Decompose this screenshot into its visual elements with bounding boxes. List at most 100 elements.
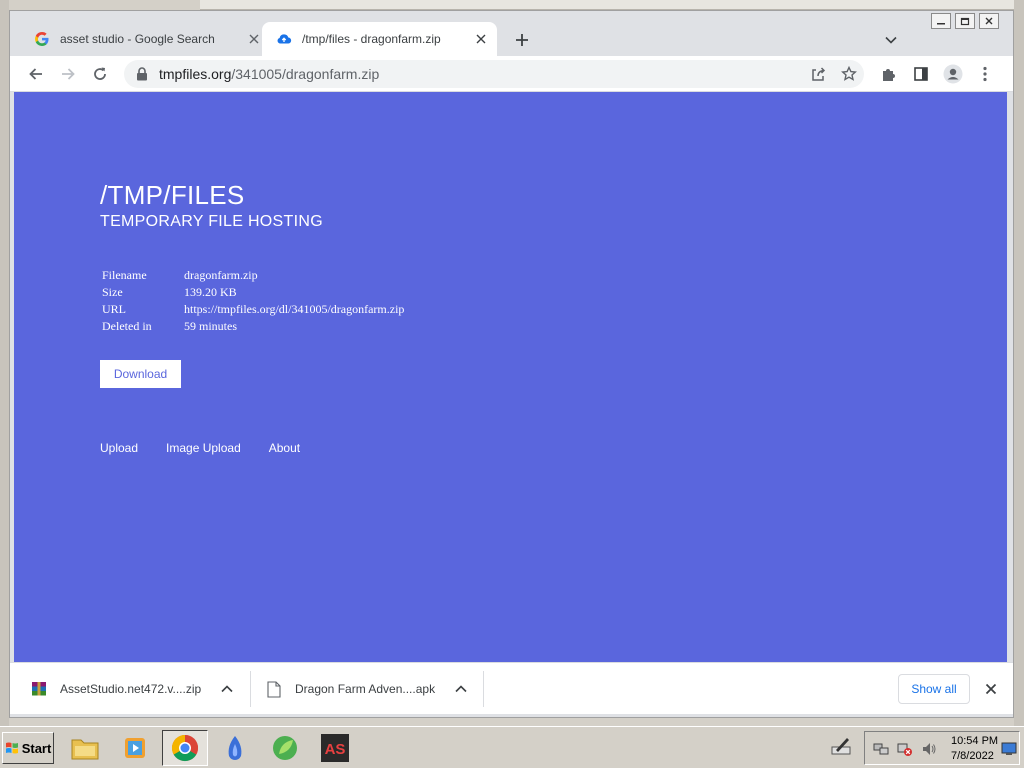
start-label: Start xyxy=(21,740,52,756)
download-separator xyxy=(483,671,484,707)
network-error-icon[interactable] xyxy=(897,741,913,757)
cloud-upload-icon xyxy=(276,31,292,47)
upload-link[interactable]: Upload xyxy=(100,441,138,455)
download-options-button[interactable] xyxy=(451,679,471,699)
close-icon xyxy=(985,683,997,695)
tab-search-button[interactable] xyxy=(879,28,903,52)
file-info-label: Size xyxy=(102,285,123,299)
site-subtitle: TEMPORARY FILE HOSTING xyxy=(100,213,323,230)
share-icon xyxy=(812,67,826,81)
windows-logo-icon xyxy=(5,742,18,754)
bookmark-button[interactable] xyxy=(837,62,861,86)
menu-button[interactable] xyxy=(973,62,997,86)
assetstudio-icon: AS xyxy=(321,734,349,762)
file-info-table: Filename dragonfarm.zip Size 139.20 KB U… xyxy=(100,267,406,335)
arrow-left-icon xyxy=(29,68,42,80)
chevron-up-icon xyxy=(455,685,467,693)
taskbar-app-green[interactable] xyxy=(262,730,308,766)
address-bar[interactable]: tmpfiles.org/341005/dragonfarm.zip xyxy=(124,60,864,88)
winrar-archive-icon xyxy=(30,680,48,698)
file-info-label: Filename xyxy=(102,268,147,282)
download-item[interactable]: AssetStudio.net472.v....zip xyxy=(30,663,250,715)
download-filename: AssetStudio.net472.v....zip xyxy=(60,682,202,696)
taskbar-media[interactable] xyxy=(112,730,158,766)
green-leaf-icon xyxy=(273,736,297,760)
pen-tablet-icon[interactable] xyxy=(830,735,852,757)
system-tray: 10:54 PM 7/8/2022 xyxy=(864,731,1020,765)
close-downloads-bar-button[interactable] xyxy=(981,679,1001,699)
arrow-right-icon xyxy=(62,68,75,80)
more-vertical-icon xyxy=(983,66,987,82)
side-panel-icon xyxy=(914,67,928,81)
background-window-edge xyxy=(200,0,1024,10)
volume-icon[interactable] xyxy=(921,741,937,757)
close-icon xyxy=(476,34,486,44)
tab-close-button[interactable] xyxy=(244,29,264,49)
side-panel-button[interactable] xyxy=(909,62,933,86)
tab-title: asset studio - Google Search xyxy=(60,32,215,46)
blue-flame-icon xyxy=(228,736,242,760)
taskbar-assetstudio[interactable]: AS xyxy=(312,730,358,766)
site-title: /TMP/FILES xyxy=(100,180,245,210)
download-filename: Dragon Farm Adven....apk xyxy=(295,682,436,696)
about-link[interactable]: About xyxy=(269,441,300,455)
taskbar-app-blue[interactable] xyxy=(212,730,258,766)
profile-button[interactable] xyxy=(941,62,965,86)
file-info-label: Deleted in xyxy=(102,319,152,333)
chevron-down-icon xyxy=(885,36,897,44)
url-domain: tmpfiles.org xyxy=(159,66,232,82)
media-player-icon xyxy=(125,738,145,758)
url-text: tmpfiles.org/341005/dragonfarm.zip xyxy=(159,66,379,82)
file-url-value[interactable]: https://tmpfiles.org/dl/341005/dragonfar… xyxy=(182,301,406,318)
clock-date[interactable]: 7/8/2022 xyxy=(951,750,994,762)
download-separator xyxy=(250,671,251,707)
folder-icon xyxy=(71,739,99,760)
file-info-row: Size 139.20 KB xyxy=(100,284,406,301)
puzzle-icon xyxy=(883,69,895,81)
start-button[interactable]: Start xyxy=(2,732,54,764)
forward-button[interactable] xyxy=(56,62,80,86)
tab-close-button[interactable] xyxy=(471,29,491,49)
page-content: /TMP/FILES TEMPORARY FILE HOSTING Filena… xyxy=(14,92,1007,662)
download-button[interactable]: Download xyxy=(100,360,181,388)
file-info-row: Filename dragonfarm.zip xyxy=(100,267,406,284)
taskbar-chrome[interactable] xyxy=(162,730,208,766)
desktop-right-edge xyxy=(1014,0,1024,726)
network-icon[interactable] xyxy=(873,741,889,757)
reload-button[interactable] xyxy=(88,62,112,86)
tab-google-search[interactable]: asset studio - Google Search xyxy=(20,22,270,56)
browser-toolbar: tmpfiles.org/341005/dragonfarm.zip xyxy=(10,56,1013,92)
file-info-value: dragonfarm.zip xyxy=(184,268,258,282)
tab-title: /tmp/files - dragonfarm.zip xyxy=(302,32,441,46)
desktop-left-edge xyxy=(0,0,9,726)
chrome-icon xyxy=(171,734,199,762)
share-button[interactable] xyxy=(806,62,830,86)
file-icon xyxy=(265,680,283,698)
file-info-value: 139.20 KB xyxy=(184,285,237,299)
reload-icon xyxy=(94,67,106,80)
plus-icon xyxy=(516,34,528,46)
image-upload-link[interactable]: Image Upload xyxy=(166,441,241,455)
download-options-button[interactable] xyxy=(217,679,237,699)
download-item[interactable]: Dragon Farm Adven....apk xyxy=(265,663,485,715)
lock-icon[interactable] xyxy=(136,67,150,81)
tab-strip: asset studio - Google Search /tmp/files … xyxy=(10,11,1013,56)
new-tab-button[interactable] xyxy=(510,28,534,52)
file-info-label: URL xyxy=(102,302,126,316)
taskbar-explorer[interactable] xyxy=(62,730,108,766)
chevron-up-icon xyxy=(221,685,233,693)
clock-time[interactable]: 10:54 PM xyxy=(951,735,998,747)
tab-tmpfiles[interactable]: /tmp/files - dragonfarm.zip xyxy=(262,22,497,56)
taskbar: Start AS 10:54 PM 7/8/2022 xyxy=(0,726,1024,768)
show-desktop-icon[interactable] xyxy=(1001,741,1017,757)
file-info-row: URL https://tmpfiles.org/dl/341005/drago… xyxy=(100,301,406,318)
url-path: /341005/dragonfarm.zip xyxy=(231,66,380,82)
chrome-window: asset studio - Google Search /tmp/files … xyxy=(9,10,1014,718)
back-button[interactable] xyxy=(24,62,48,86)
extensions-button[interactable] xyxy=(877,62,901,86)
google-icon xyxy=(34,31,50,47)
show-all-downloads-button[interactable]: Show all xyxy=(898,674,970,704)
close-icon xyxy=(249,34,259,44)
file-info-row: Deleted in 59 minutes xyxy=(100,318,406,335)
star-icon xyxy=(841,66,857,81)
